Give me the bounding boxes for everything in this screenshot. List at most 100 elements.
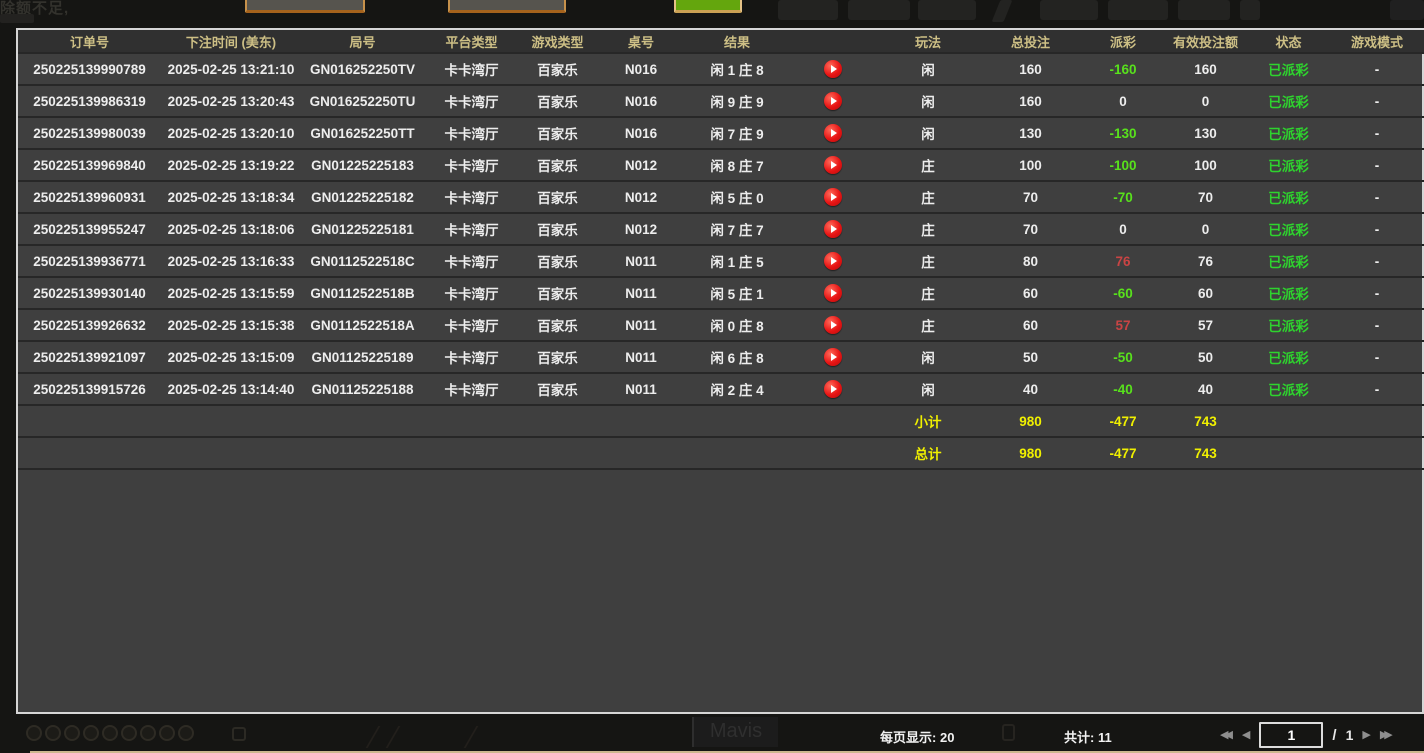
play-video-icon[interactable] — [824, 316, 842, 334]
cell-table_no: N012 — [596, 213, 686, 245]
cell-status: 已派彩 — [1247, 373, 1330, 405]
table-row: 2502251399367712025-02-25 13:16:33GN0112… — [18, 245, 1424, 277]
cell-play_icon — [788, 309, 877, 341]
play-video-icon[interactable] — [824, 380, 842, 398]
play-triangle — [831, 353, 837, 361]
cell-total_bet: 70 — [979, 181, 1082, 213]
cell-bet_time — [161, 405, 301, 437]
cell-round_no: GN01125225189 — [301, 341, 424, 373]
cell-order_no: 250225139990789 — [18, 53, 161, 85]
play-triangle — [831, 225, 837, 233]
cell-play: 总计 — [877, 437, 979, 469]
cell-status: 已派彩 — [1247, 245, 1330, 277]
play-video-icon[interactable] — [824, 124, 842, 142]
faded-watermark-slash — [992, 0, 1013, 22]
cell-play: 闲 — [877, 341, 979, 373]
last-page-icon[interactable]: ▶▶ — [1380, 722, 1393, 748]
cell-play_icon — [788, 213, 877, 245]
cell-total_bet: 160 — [979, 85, 1082, 117]
column-header-play: 玩法 — [877, 30, 979, 53]
cell-payout: -40 — [1082, 373, 1164, 405]
play-video-icon[interactable] — [824, 252, 842, 270]
cell-order_no — [18, 405, 161, 437]
play-video-icon[interactable] — [824, 220, 842, 238]
cell-play_icon — [788, 277, 877, 309]
cell-round_no: GN01225225181 — [301, 213, 424, 245]
cell-total_bet: 50 — [979, 341, 1082, 373]
play-triangle — [831, 65, 837, 73]
faded-scratch — [386, 726, 401, 748]
cell-valid_bet: 130 — [1164, 117, 1247, 149]
cell-valid_bet: 76 — [1164, 245, 1247, 277]
cell-total_bet: 100 — [979, 149, 1082, 181]
cell-total_bet: 60 — [979, 277, 1082, 309]
cell-valid_bet: 0 — [1164, 85, 1247, 117]
play-video-icon[interactable] — [824, 284, 842, 302]
cell-valid_bet: 40 — [1164, 373, 1247, 405]
cell-order_no: 250225139930140 — [18, 277, 161, 309]
per-page-value: 20 — [940, 730, 954, 745]
cell-table_no: N016 — [596, 85, 686, 117]
cell-platform — [424, 437, 519, 469]
table-row: 2502251399698402025-02-25 13:19:22GN0122… — [18, 149, 1424, 181]
pagination-controls: ◀◀ ◀ / 1 ▶ ▶▶ — [1220, 722, 1393, 748]
table-row: 2502251399157262025-02-25 13:14:40GN0112… — [18, 373, 1424, 405]
background-button-2[interactable] — [448, 0, 566, 13]
table-row: 2502251399907892025-02-25 13:21:10GN0162… — [18, 53, 1424, 85]
column-header-game_type: 游戏类型 — [519, 30, 596, 53]
cell-game_type — [519, 405, 596, 437]
cell-table_no: N016 — [596, 117, 686, 149]
cell-game_mode: - — [1330, 277, 1424, 309]
cell-platform: 卡卡湾厅 — [424, 181, 519, 213]
cell-status: 已派彩 — [1247, 181, 1330, 213]
play-triangle — [831, 97, 837, 105]
bet-records-table: 订单号下注时间 (美东)局号平台类型游戏类型桌号结果玩法总投注派彩有效投注额状态… — [18, 30, 1424, 470]
cell-order_no: 250225139955247 — [18, 213, 161, 245]
play-video-icon[interactable] — [824, 188, 842, 206]
cell-platform: 卡卡湾厅 — [424, 309, 519, 341]
background-button-green[interactable] — [674, 0, 742, 13]
cell-play_icon — [788, 181, 877, 213]
play-video-icon[interactable] — [824, 348, 842, 366]
play-video-icon[interactable] — [824, 92, 842, 110]
cell-order_no: 250225139921097 — [18, 341, 161, 373]
per-page-display: 每页显示: 20 — [880, 727, 954, 746]
cell-valid_bet: 0 — [1164, 213, 1247, 245]
cell-bet_time: 2025-02-25 13:18:06 — [161, 213, 301, 245]
play-video-icon[interactable] — [824, 60, 842, 78]
cell-order_no: 250225139980039 — [18, 117, 161, 149]
cell-platform: 卡卡湾厅 — [424, 149, 519, 181]
first-page-icon[interactable]: ◀◀ — [1220, 722, 1233, 748]
cell-game_type: 百家乐 — [519, 117, 596, 149]
cell-result — [686, 437, 788, 469]
next-page-icon[interactable]: ▶ — [1362, 722, 1370, 748]
column-header-platform: 平台类型 — [424, 30, 519, 53]
column-header-result: 结果 — [686, 30, 788, 53]
cell-play: 闲 — [877, 53, 979, 85]
column-header-total_bet: 总投注 — [979, 30, 1082, 53]
cell-result: 闲 7 庄 9 — [686, 117, 788, 149]
grand-total-row: 总计980-477743 — [18, 437, 1424, 469]
cell-game_type: 百家乐 — [519, 245, 596, 277]
cell-result: 闲 5 庄 1 — [686, 277, 788, 309]
prev-page-icon[interactable]: ◀ — [1242, 722, 1250, 748]
cell-total_bet: 980 — [979, 437, 1082, 469]
cell-payout: 57 — [1082, 309, 1164, 341]
background-button-1[interactable] — [245, 0, 365, 13]
chip-icon — [159, 725, 175, 741]
column-header-order_no: 订单号 — [18, 30, 161, 53]
bet-records-panel: 订单号下注时间 (美东)局号平台类型游戏类型桌号结果玩法总投注派彩有效投注额状态… — [16, 28, 1424, 714]
faded-watermark-block — [1390, 0, 1424, 20]
cell-game_type: 百家乐 — [519, 277, 596, 309]
cell-bet_time: 2025-02-25 13:20:43 — [161, 85, 301, 117]
cell-play_icon — [788, 85, 877, 117]
table-header-row: 订单号下注时间 (美东)局号平台类型游戏类型桌号结果玩法总投注派彩有效投注额状态… — [18, 30, 1424, 53]
cell-payout: -60 — [1082, 277, 1164, 309]
faded-box-icon — [1002, 724, 1015, 741]
cell-play: 庄 — [877, 181, 979, 213]
page-number-input[interactable] — [1259, 722, 1323, 748]
play-video-icon[interactable] — [824, 156, 842, 174]
play-triangle — [831, 193, 837, 201]
play-triangle — [831, 161, 837, 169]
cell-payout: -100 — [1082, 149, 1164, 181]
